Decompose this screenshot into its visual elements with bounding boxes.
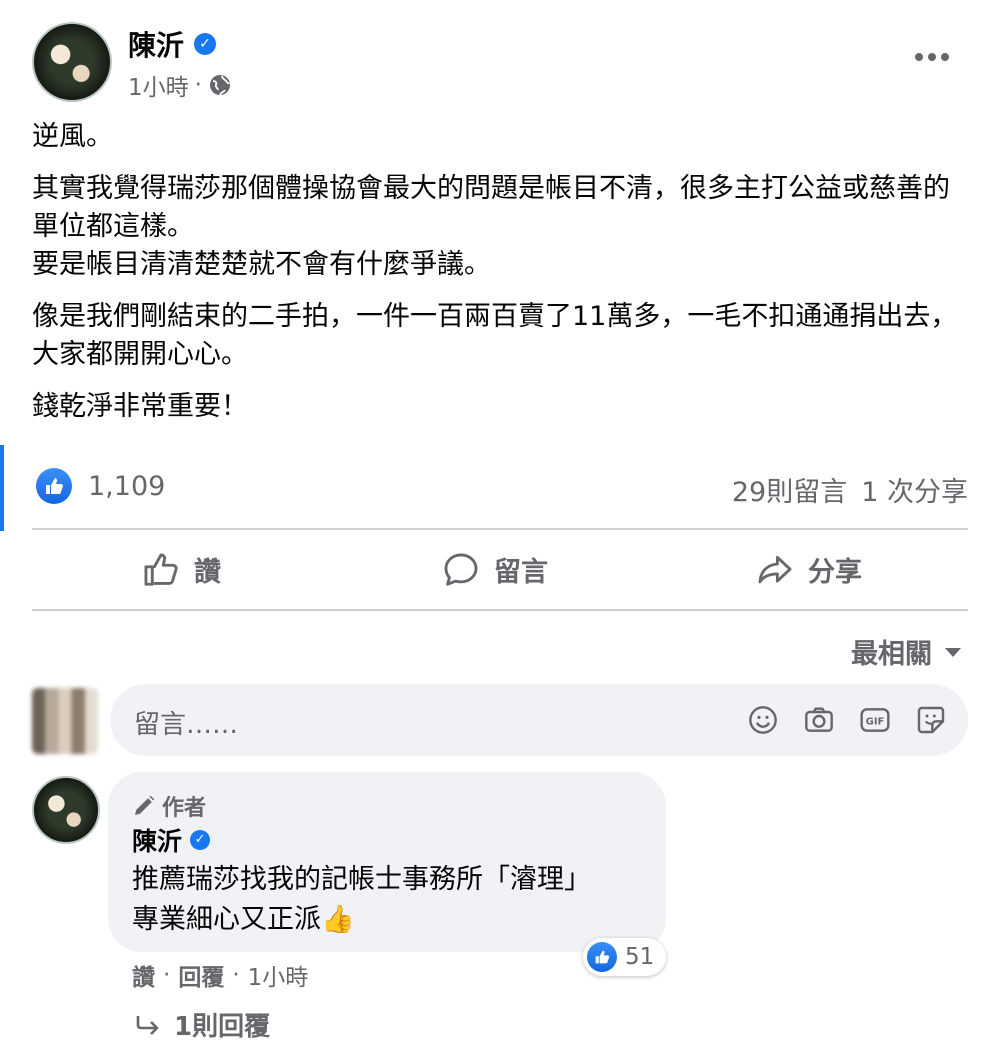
comment-reply-link[interactable]: 回覆 — [178, 958, 224, 992]
comment-input[interactable]: 留言…… GIF — [110, 684, 968, 756]
verified-badge-icon: ✓ — [194, 33, 217, 55]
author-name[interactable]: 陳沂 — [128, 24, 184, 64]
author-badge: 作者 — [162, 796, 207, 821]
camera-icon[interactable] — [802, 703, 836, 737]
commenter-name[interactable]: 陳沂 — [132, 822, 182, 858]
globe-icon — [209, 75, 230, 96]
separator-dot: · — [194, 72, 202, 98]
post-paragraph: 錢乾淨非常重要！ — [32, 391, 248, 422]
share-arrow-icon — [758, 555, 792, 583]
pencil-icon — [135, 795, 155, 815]
comment-icon — [444, 553, 478, 586]
emoji-icon[interactable] — [746, 703, 780, 737]
comment-reaction-count: 51 — [625, 944, 655, 970]
comment-text: 推薦瑞莎找我的記帳士事務所「濬理」 專業細心又正派👍 — [132, 860, 591, 940]
comment-input-placeholder: 留言…… — [134, 710, 239, 740]
comment-sort-dropdown[interactable]: 最相關 — [851, 632, 962, 671]
divider — [32, 528, 968, 530]
comment-reaction-summary[interactable]: 51 — [583, 938, 667, 976]
comment-button-label: 留言 — [494, 557, 548, 588]
post-paragraph: 逆風。 — [32, 121, 113, 152]
view-replies-link[interactable]: 1則回覆 — [134, 1006, 270, 1043]
gif-icon[interactable]: GIF — [858, 703, 892, 737]
caret-down-icon — [945, 647, 961, 657]
focus-indicator — [0, 445, 4, 531]
svg-text:GIF: GIF — [866, 717, 885, 728]
like-button-label: 讚 — [194, 557, 221, 588]
like-button[interactable]: 讚 — [142, 550, 221, 589]
divider — [32, 609, 968, 611]
post-paragraph: 像是我們剛結束的二手拍，一件一百兩百賣了11萬多，一毛不扣通通捐出去，大家都開開… — [32, 301, 958, 370]
reply-arrow-icon — [136, 1015, 159, 1035]
share-count-link[interactable]: 1 次分享 — [861, 470, 968, 509]
post-paragraph: 其實我覺得瑞莎那個體操協會最大的問題是帳目不清，很多主打公益或慈善的單位都這樣。 — [32, 173, 950, 242]
post-timestamp[interactable]: 1小時 — [128, 68, 189, 102]
author-avatar[interactable] — [32, 22, 112, 102]
commenter-avatar[interactable] — [32, 776, 100, 844]
comment-bubble: 作者 陳沂 ✓ 推薦瑞莎找我的記帳士事務所「濬理」 專業細心又正派👍 — [108, 772, 666, 952]
like-reaction-icon — [587, 942, 617, 972]
share-button-label: 分享 — [808, 557, 862, 588]
share-button[interactable]: 分享 — [756, 550, 862, 589]
current-user-avatar[interactable] — [32, 688, 98, 754]
thumbs-up-icon — [144, 553, 178, 586]
comment-text-line: 專業細心又正派👍 — [132, 904, 355, 935]
comment-text-line: 推薦瑞莎找我的記帳士事務所「濬理」 — [132, 864, 591, 895]
comment-like-link[interactable]: 讚 — [132, 958, 155, 992]
comment-timestamp[interactable]: 1小時 — [248, 958, 309, 992]
verified-badge-icon: ✓ — [190, 830, 211, 850]
more-options-icon[interactable] — [912, 44, 952, 70]
view-replies-label: 1則回覆 — [174, 1012, 271, 1042]
separator-dot: · — [232, 962, 240, 988]
sticker-icon[interactable] — [914, 703, 948, 737]
comment-count-link[interactable]: 29則留言 — [732, 470, 847, 509]
post-paragraph: 要是帳目清清楚楚就不會有什麼爭議。 — [32, 249, 491, 280]
reaction-count[interactable]: 1,109 — [88, 471, 165, 502]
like-reaction-icon[interactable] — [36, 468, 72, 504]
sort-label: 最相關 — [851, 639, 932, 670]
comment-button[interactable]: 留言 — [442, 550, 548, 589]
separator-dot: · — [163, 962, 171, 988]
post-body: 逆風。 其實我覺得瑞莎那個體操協會最大的問題是帳目不清，很多主打公益或慈善的單位… — [32, 118, 968, 426]
